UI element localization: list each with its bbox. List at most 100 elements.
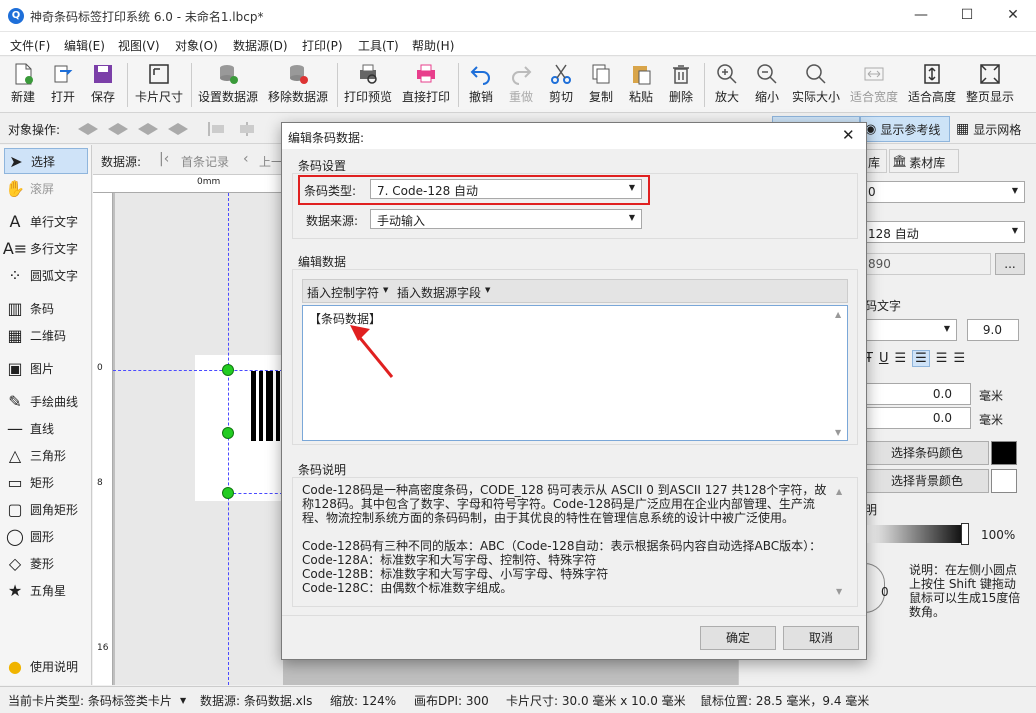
choose-bar-color-button[interactable]: 选择条码颜色 (865, 441, 989, 465)
resize-handle-top[interactable] (222, 364, 234, 376)
cancel-button[interactable]: 取消 (783, 626, 859, 650)
new-button[interactable]: 新建 (4, 59, 42, 111)
qrcode-icon: ▦ (7, 325, 23, 345)
tool-single-line-text[interactable]: A 单行文字 (4, 208, 88, 234)
menu-edit[interactable]: 编辑(E) (64, 37, 105, 54)
dialog-close-icon[interactable]: ✕ (842, 126, 855, 144)
resize-handle-middle[interactable] (222, 427, 234, 439)
font-size-spinner[interactable]: 9.0 (967, 319, 1019, 341)
remove-datasource-button[interactable]: 移除数据源 (264, 59, 332, 111)
save-button[interactable]: 保存 (84, 59, 122, 111)
tool-freehand[interactable]: ✎ 手绘曲线 (4, 388, 88, 414)
paste-icon (633, 66, 651, 85)
tool-diamond[interactable]: ◇ 菱形 (4, 550, 88, 576)
resize-handle-bottom[interactable] (222, 487, 234, 499)
tab-material-library[interactable]: 🏛 素材库 (889, 149, 959, 173)
bg-color-swatch[interactable] (991, 469, 1017, 493)
bar-color-swatch[interactable] (991, 441, 1017, 465)
delete-button[interactable]: 删除 (663, 59, 699, 111)
object-select-combo[interactable]: 0 ▼ (865, 181, 1025, 203)
data-source-select[interactable]: 手动输入 ▼ (370, 209, 642, 229)
menu-help[interactable]: 帮助(H) (412, 37, 454, 54)
offset-spinner-1[interactable]: 0.0 (865, 383, 971, 405)
tool-arc-text[interactable]: ⁘ 圆弧文字 (4, 262, 88, 288)
menu-file[interactable]: 文件(F) (10, 37, 50, 54)
tool-image[interactable]: ▣ 图片 (4, 355, 88, 381)
tool-select[interactable]: ➤ 选择 (4, 148, 88, 174)
menu-print[interactable]: 打印(P) (302, 37, 343, 54)
show-guides-toggle[interactable]: ◉ 显示参考线 (860, 116, 950, 142)
desc-scroll-up-icon[interactable]: ▲ (836, 487, 842, 496)
menu-object[interactable]: 对象(O) (175, 37, 218, 54)
menu-tools[interactable]: 工具(T) (358, 37, 399, 54)
transparency-slider-thumb[interactable] (961, 523, 969, 545)
tool-qrcode[interactable]: ▦ 二维码 (4, 322, 88, 348)
magnifier-icon (806, 64, 826, 84)
open-button[interactable]: 打开 (44, 59, 82, 111)
fit-page-button[interactable]: 整页显示 (963, 59, 1017, 111)
close-button[interactable]: ✕ (990, 0, 1036, 32)
underline-icon[interactable]: U (879, 351, 889, 366)
zoom-in-button[interactable]: 放大 (709, 59, 745, 111)
tool-circle[interactable]: ◯ 圆形 (4, 523, 88, 549)
minimize-button[interactable]: — (898, 0, 944, 32)
barcode-preview (251, 371, 280, 441)
barcode-data-field[interactable]: 890 (865, 253, 991, 275)
align-center-icon[interactable]: ☰ (912, 349, 930, 367)
card-type-dropdown-icon[interactable]: ▼ (180, 696, 186, 705)
set-datasource-button[interactable]: 设置数据源 (196, 59, 260, 111)
scroll-down-icon[interactable]: ▼ (835, 428, 841, 437)
app-logo-icon: Q (8, 8, 24, 24)
cut-button[interactable]: 剪切 (543, 59, 579, 111)
maximize-button[interactable]: ☐ (944, 0, 990, 32)
zoom-out-icon (757, 64, 777, 84)
paste-button[interactable]: 粘贴 (623, 59, 659, 111)
tool-barcode[interactable]: ▥ 条码 (4, 295, 88, 321)
tab-library[interactable]: 库 (865, 149, 887, 173)
menu-view[interactable]: 视图(V) (118, 37, 160, 54)
choose-bg-color-button[interactable]: 选择背景颜色 (865, 469, 989, 493)
red-arrow-annotation (350, 325, 394, 378)
barcode-type-select[interactable]: 7. Code-128 自动 ▼ (370, 179, 642, 199)
transparency-value: 100% (981, 528, 1016, 542)
tool-line[interactable]: — 直线 (4, 415, 88, 441)
prev-record-button[interactable]: 上一 (259, 153, 283, 170)
align-left-icon[interactable]: ☰ (894, 351, 906, 366)
tool-multi-line-text[interactable]: A≡ 多行文字 (3, 235, 88, 261)
font-family-combo[interactable]: ▼ (865, 319, 957, 341)
redo-button[interactable]: 重做 (503, 59, 539, 111)
tool-rectangle[interactable]: ▭ 矩形 (4, 469, 88, 495)
barcode-type-combo[interactable]: 128 自动 ▼ (865, 221, 1025, 243)
insert-datasource-field-button[interactable]: 插入数据源字段 (397, 284, 481, 301)
actual-size-button[interactable]: 实际大小 (789, 59, 843, 111)
undo-button[interactable]: 撤销 (463, 59, 499, 111)
edit-data-button[interactable]: ... (995, 253, 1025, 275)
tool-scroll[interactable]: ✋ 滚屏 (4, 175, 88, 201)
database-remove-icon (290, 65, 308, 84)
tool-star[interactable]: ★ 五角星 (4, 577, 88, 603)
copy-button[interactable]: 复制 (583, 59, 619, 111)
lightbulb-icon: ● (8, 656, 22, 676)
align-right-icon[interactable]: ☰ (936, 351, 948, 366)
direct-print-button[interactable]: 直接打印 (400, 59, 452, 111)
help-guide-button[interactable]: ● 使用说明 (4, 653, 88, 679)
fit-width-button[interactable]: 适合宽度 (847, 59, 901, 111)
show-guides-label: 显示参考线 (880, 122, 941, 137)
show-grid-toggle[interactable]: ▦ 显示网格 (954, 116, 1034, 142)
insert-control-char-button[interactable]: 插入控制字符 (307, 284, 379, 301)
fit-height-button[interactable]: 适合高度 (905, 59, 959, 111)
print-preview-button[interactable]: 打印预览 (342, 59, 394, 111)
align-justify-icon[interactable]: ☰ (953, 351, 965, 366)
first-record-button[interactable]: 首条记录 (181, 153, 229, 170)
ok-button[interactable]: 确定 (700, 626, 776, 650)
scroll-up-icon[interactable]: ▲ (835, 310, 841, 319)
tool-triangle[interactable]: △ 三角形 (4, 442, 88, 468)
menu-datasource[interactable]: 数据源(D) (233, 37, 288, 54)
card-size-button[interactable]: 卡片尺寸 (132, 59, 186, 111)
zoom-out-button[interactable]: 缩小 (749, 59, 785, 111)
offset-spinner-2[interactable]: 0.0 (865, 407, 971, 429)
tool-rounded-rectangle[interactable]: ▢ 圆角矩形 (4, 496, 88, 522)
transparency-slider[interactable] (865, 525, 969, 543)
desc-scroll-down-icon[interactable]: ▼ (836, 587, 842, 596)
status-card-type[interactable]: 当前卡片类型: 条码标签类卡片 (8, 692, 172, 709)
